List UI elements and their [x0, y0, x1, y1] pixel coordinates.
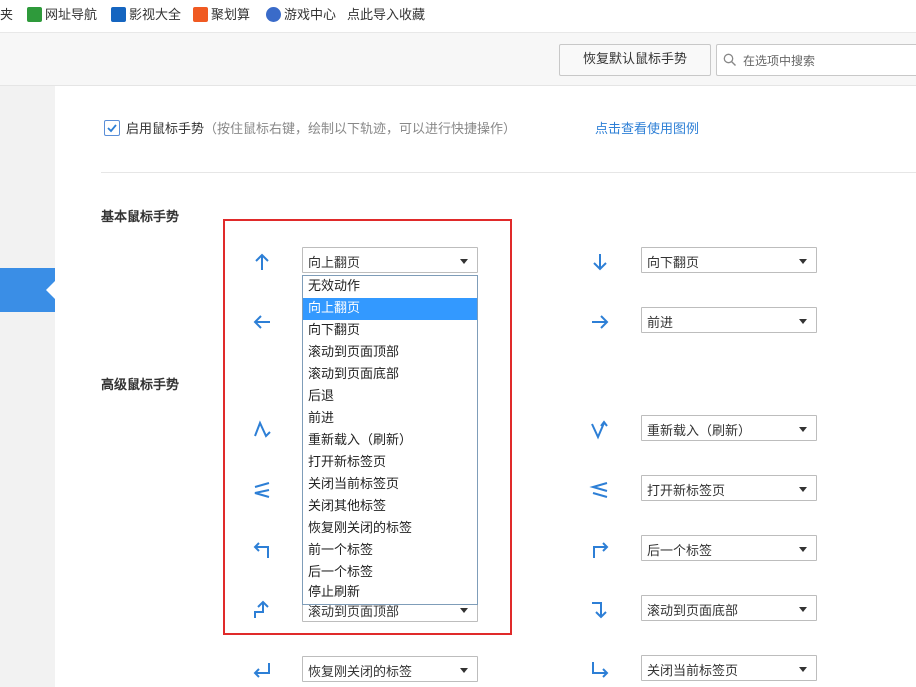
chevron-down-icon	[799, 667, 807, 672]
dropdown-option[interactable]: 打开新标签页	[303, 452, 477, 474]
gesture-right-down-icon	[592, 602, 607, 619]
select-value: 前进	[647, 316, 674, 331]
chevron-down-icon	[799, 547, 807, 552]
bookmark-video[interactable]: 影视大全	[111, 7, 181, 25]
gesture-right-up-icon	[254, 600, 269, 618]
bookmarks-bar: 夹 网址导航 影视大全 聚划算 游戏中心 点此导入收藏	[0, 0, 916, 33]
chevron-down-icon	[799, 319, 807, 324]
dropdown-option[interactable]: 向下翻页	[303, 320, 477, 342]
select-value: 滚动到页面底部	[647, 604, 739, 619]
dropdown-option[interactable]: 无效动作	[303, 276, 477, 298]
gesture-next-tab-select[interactable]: 后一个标签	[641, 535, 817, 561]
enable-gestures-hint: （按住鼠标右键，绘制以下轨迹，可以进行快捷操作）	[204, 122, 517, 137]
gesture-new-tab-select[interactable]: 打开新标签页	[641, 475, 817, 501]
bookmark-ju[interactable]: 聚划算	[193, 7, 250, 25]
chevron-down-icon	[799, 487, 807, 492]
select-value: 向上翻页	[308, 256, 361, 271]
select-value: 后一个标签	[647, 544, 713, 559]
dropdown-option[interactable]: 后一个标签	[303, 562, 477, 584]
search-box[interactable]	[716, 44, 916, 76]
bookmark-label: 聚划算	[211, 8, 251, 23]
gesture-up-right-icon	[593, 542, 609, 558]
dropdown-option[interactable]: 关闭当前标签页	[303, 474, 477, 496]
gesture-right-left-right-icon	[254, 482, 270, 498]
dropdown-option[interactable]: 关闭其他标签	[303, 496, 477, 518]
dropdown-option[interactable]: 后退	[303, 386, 477, 408]
chevron-down-icon	[799, 259, 807, 264]
gesture-reload-select[interactable]: 重新载入（刷新）	[641, 415, 817, 441]
game-icon	[266, 7, 281, 22]
enable-gestures-checkbox[interactable]	[104, 120, 120, 136]
select-value: 重新载入（刷新）	[647, 424, 752, 439]
gesture-down-up-icon	[591, 420, 608, 440]
gesture-left-down-icon	[253, 542, 269, 558]
restore-defaults-button[interactable]: 恢复默认鼠标手势	[559, 44, 711, 76]
bookmark-label: 游戏中心	[284, 8, 337, 23]
gesture-close-tab-select[interactable]: 关闭当前标签页	[641, 655, 817, 681]
video-icon	[111, 7, 126, 22]
bookmark-partial[interactable]: 夹	[0, 7, 13, 25]
advanced-gestures-title: 高级鼠标手势	[101, 378, 180, 393]
gesture-left-right-left-icon	[589, 482, 608, 498]
gesture-up-select[interactable]: 向上翻页	[302, 247, 478, 273]
dropdown-option[interactable]: 滚动到页面顶部	[303, 342, 477, 364]
gesture-action-dropdown-list[interactable]: 无效动作 向上翻页 向下翻页 滚动到页面顶部 滚动到页面底部 后退 前进 重新载…	[302, 275, 478, 605]
dropdown-option[interactable]: 前进	[303, 408, 477, 430]
ju-icon	[193, 7, 208, 22]
gesture-down-left-select[interactable]: 恢复刚关闭的标签	[302, 656, 478, 682]
sidebar-active-pointer	[46, 280, 56, 300]
basic-gestures-title: 基本鼠标手势	[101, 210, 180, 225]
dropdown-option[interactable]: 重新载入（刷新）	[303, 430, 477, 452]
dropdown-option[interactable]: 前一个标签	[303, 540, 477, 562]
select-value: 打开新标签页	[647, 484, 726, 499]
bookmark-game[interactable]: 游戏中心	[266, 7, 336, 25]
dropdown-option[interactable]: 停止刷新	[303, 582, 477, 604]
bookmark-import[interactable]: 点此导入收藏	[347, 7, 425, 25]
chevron-down-icon	[460, 608, 468, 613]
arrow-right-icon	[592, 315, 609, 329]
arrow-left-icon	[253, 315, 270, 329]
settings-toolbar: 恢复默认鼠标手势	[0, 33, 916, 86]
dropdown-option[interactable]: 恢复刚关闭的标签	[303, 518, 477, 540]
select-value: 向下翻页	[647, 256, 700, 271]
enable-gestures-row: 启用鼠标手势（按住鼠标右键，绘制以下轨迹，可以进行快捷操作）	[104, 120, 516, 140]
dropdown-option-selected[interactable]: 向上翻页	[303, 298, 477, 320]
gesture-down-right-icon	[592, 662, 609, 678]
home-nav-icon	[27, 7, 42, 22]
gesture-down-left-icon	[253, 663, 270, 678]
gesture-down-select[interactable]: 向下翻页	[641, 247, 817, 273]
select-value: 关闭当前标签页	[647, 664, 739, 679]
chevron-down-icon	[799, 607, 807, 612]
checkmark-icon	[107, 124, 117, 133]
bookmark-label: 影视大全	[129, 8, 182, 23]
bookmark-label: 网址导航	[45, 8, 98, 23]
chevron-down-icon	[460, 668, 468, 673]
search-icon	[723, 53, 736, 66]
enable-gestures-label[interactable]: 启用鼠标手势	[126, 122, 204, 137]
select-value: 恢复刚关闭的标签	[308, 665, 413, 680]
gesture-scroll-bottom-select[interactable]: 滚动到页面底部	[641, 595, 817, 621]
arrow-down-icon	[593, 254, 607, 271]
dropdown-option[interactable]: 滚动到页面底部	[303, 364, 477, 386]
bookmark-site-nav[interactable]: 网址导航	[27, 7, 97, 25]
chevron-down-icon	[799, 427, 807, 432]
arrow-up-icon	[255, 253, 269, 270]
gesture-right-select[interactable]: 前进	[641, 307, 817, 333]
chevron-down-icon	[460, 259, 468, 264]
gesture-up-down-right-icon	[254, 420, 271, 438]
section-divider	[101, 172, 916, 173]
settings-sidebar	[0, 86, 55, 687]
search-input[interactable]	[741, 50, 915, 72]
usage-guide-link[interactable]: 点击查看使用图例	[595, 120, 699, 140]
